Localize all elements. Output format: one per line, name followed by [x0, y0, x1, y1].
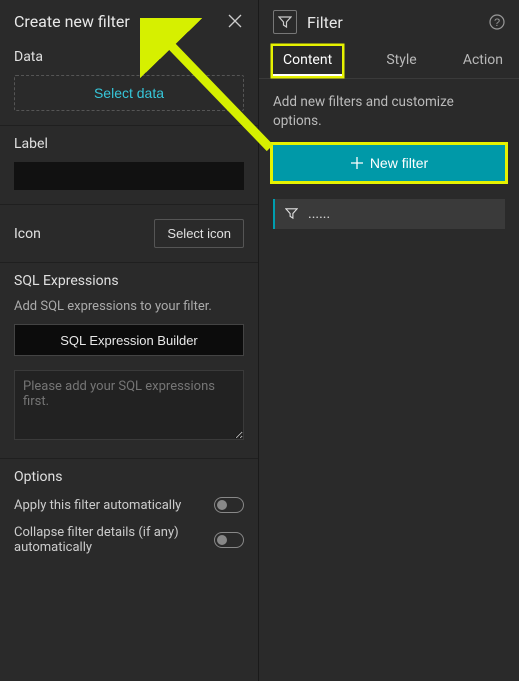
icon-heading: Icon — [14, 226, 41, 242]
sql-section: SQL Expressions Add SQL expressions to y… — [0, 263, 258, 459]
help-icon[interactable]: ? — [489, 14, 505, 30]
widget-description: Add new filters and customize options. — [273, 93, 505, 131]
widget-body: Add new filters and customize options. N… — [259, 79, 519, 243]
toggle-collapse-auto[interactable] — [214, 532, 244, 548]
label-input[interactable] — [14, 162, 244, 190]
close-icon[interactable] — [228, 14, 244, 30]
data-section: Data Select data — [0, 39, 258, 126]
widget-header: Filter ? — [259, 0, 519, 44]
sql-heading: SQL Expressions — [14, 273, 244, 289]
filter-item-label: ...... — [308, 206, 330, 222]
sql-expression-builder-button[interactable]: SQL Expression Builder — [14, 324, 244, 356]
sql-help-text: Add SQL expressions to your filter. — [14, 299, 244, 314]
select-data-button[interactable]: Select data — [14, 75, 244, 111]
new-filter-button[interactable]: New filter — [273, 145, 505, 181]
label-section: Label — [0, 126, 258, 205]
option-apply-auto: Apply this filter automatically — [14, 497, 244, 513]
filter-icon — [273, 10, 297, 34]
options-section: Options Apply this filter automatically … — [0, 459, 258, 569]
toggle-apply-auto[interactable] — [214, 497, 244, 513]
data-heading: Data — [14, 49, 244, 65]
options-heading: Options — [14, 469, 244, 485]
panel-title: Create new filter — [14, 12, 130, 31]
tab-action[interactable]: Action — [461, 44, 505, 78]
filter-widget-panel: Filter ? Content Style Action Add new fi… — [259, 0, 519, 681]
panel-header: Create new filter — [0, 0, 258, 39]
new-filter-label: New filter — [370, 155, 428, 171]
option-apply-auto-label: Apply this filter automatically — [14, 498, 204, 513]
icon-section: Icon Select icon — [0, 205, 258, 263]
tabs: Content Style Action — [259, 44, 519, 79]
tab-content[interactable]: Content — [273, 46, 342, 76]
filter-item[interactable]: ...... — [273, 199, 505, 229]
option-collapse-auto: Collapse filter details (if any) automat… — [14, 525, 244, 555]
create-filter-panel: Create new filter Data Select data Label… — [0, 0, 259, 681]
svg-text:?: ? — [494, 17, 500, 29]
label-heading: Label — [14, 136, 244, 152]
sql-textarea[interactable] — [14, 370, 244, 440]
widget-title: Filter — [307, 13, 479, 32]
plus-icon — [350, 156, 364, 170]
tab-style[interactable]: Style — [384, 44, 418, 78]
filter-item-icon — [285, 207, 298, 220]
option-collapse-auto-label: Collapse filter details (if any) automat… — [14, 525, 204, 555]
select-icon-button[interactable]: Select icon — [154, 219, 244, 248]
